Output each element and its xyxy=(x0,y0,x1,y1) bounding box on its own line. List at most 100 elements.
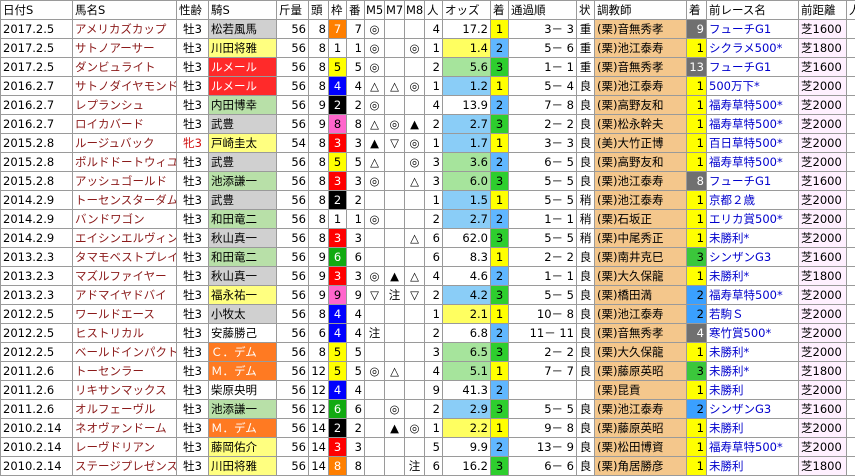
table-row[interactable]: 2017.2.5サトノアーサー牡3川田将雅56811◎◎11.425－ 6重(栗… xyxy=(1,39,855,58)
cell-weight: 56 xyxy=(277,305,309,324)
cell-uma: 3 xyxy=(347,438,365,457)
header-cond[interactable]: 状 xyxy=(577,1,595,20)
header-odds[interactable]: オッズ xyxy=(443,1,491,20)
cell-date: 2013.2.3 xyxy=(1,286,73,305)
cell-sex: 牡3 xyxy=(177,96,209,115)
cell-passing: 3－ 3 xyxy=(509,20,577,39)
cell-prev-dist: 芝2000 xyxy=(799,96,847,115)
cell-pop: 6 xyxy=(425,248,443,267)
cell-prev-race: シンザンG3 xyxy=(707,248,799,267)
table-row[interactable]: 2017.2.5ダンビュライト牡3ルメール56855◎25.631－ 1重(栗)… xyxy=(1,58,855,77)
cell-m8: ◎ xyxy=(405,39,425,58)
header-horse[interactable]: 馬名S xyxy=(73,1,177,20)
cell-place: 3 xyxy=(491,115,509,134)
cell-passing: 11－ 11 xyxy=(509,324,577,343)
header-prev-race[interactable]: 前レース名 xyxy=(707,1,799,20)
header-prev-place[interactable]: 着 xyxy=(687,1,707,20)
cell-date: 2014.2.9 xyxy=(1,210,73,229)
header-date[interactable]: 日付S xyxy=(1,1,73,20)
table-row[interactable]: 2013.2.3タマモベストプレイ牡3和田竜二5696668.312－ 2良(栗… xyxy=(1,248,855,267)
table-row[interactable]: 2014.2.9トーセンスターダム牡3武豊5682211.515－ 5稍(栗)池… xyxy=(1,191,855,210)
header-jockey[interactable]: 騎S xyxy=(209,1,277,20)
cell-prev-place: 1 xyxy=(687,77,707,96)
cell-m8: ▽ xyxy=(405,286,425,305)
header-pop[interactable]: 人 xyxy=(425,1,443,20)
cell-uma: 1 xyxy=(347,210,365,229)
table-row[interactable]: 2012.2.5ヒストリカル牡3安藤勝己56644注26.8211－ 11良(栗… xyxy=(1,324,855,343)
table-row[interactable]: 2010.2.14ネオヴァンドーム牡3Ｍ．デム561422▲◎12.219－ 8… xyxy=(1,419,855,438)
cell-place: 2 xyxy=(491,381,509,400)
header-m8[interactable]: M8 xyxy=(405,1,425,20)
table-row[interactable]: 2010.2.14レーヴドリアン牡3藤岡佑介56143359.9213－ 9良(… xyxy=(1,438,855,457)
cell-prev-place: 3 xyxy=(687,362,707,381)
cell-horse: アドマイヤドバイ xyxy=(73,286,177,305)
table-row[interactable]: 2015.2.8アッシュゴールド牡3池添謙一56833◎△36.035－ 5良(… xyxy=(1,172,855,191)
cell-m5 xyxy=(365,305,385,324)
header-weight[interactable]: 斤量 xyxy=(277,1,309,20)
cell-m8 xyxy=(405,324,425,343)
cell-prev-place: 1 xyxy=(687,153,707,172)
header-trainer[interactable]: 調教師 xyxy=(595,1,687,20)
cell-cond: 良 xyxy=(577,134,595,153)
header-place[interactable]: 着 xyxy=(491,1,509,20)
cell-waku: 6 xyxy=(329,248,347,267)
cell-prev-race: 未勝利* xyxy=(707,267,799,286)
cell-m8 xyxy=(405,20,425,39)
cell-prev-dist: 芝1800 xyxy=(799,39,847,58)
cell-prev-dist: 芝2000 xyxy=(799,77,847,96)
cell-date: 2017.2.5 xyxy=(1,39,73,58)
cell-weight: 56 xyxy=(277,400,309,419)
cell-date: 2010.2.14 xyxy=(1,438,73,457)
cell-prev-pop: 5 xyxy=(847,438,855,457)
table-row[interactable]: 2011.2.6リキサンマックス牡3柴原央明561244941.32(栗)昆貢1… xyxy=(1,381,855,400)
table-row[interactable]: 2015.2.8ルージュバック牝3戸崎圭太54833▲▽◎11.713－ 3良(… xyxy=(1,134,855,153)
cell-prev-race: 未勝利 xyxy=(707,457,799,476)
table-row[interactable]: 2012.2.5ワールドエース牡3小牧太5684412.1110－ 8良(栗)池… xyxy=(1,305,855,324)
table-row[interactable]: 2016.2.7レプランシュ牡3内田博幸56922◎413.927－ 8良(栗)… xyxy=(1,96,855,115)
cell-prev-place: 1 xyxy=(687,267,707,286)
cell-m7 xyxy=(385,324,405,343)
cell-uma: 5 xyxy=(347,362,365,381)
header-sex[interactable]: 性齢 xyxy=(177,1,209,20)
table-row[interactable]: 2015.2.8ポルドドートウィユ牡3武豊56855△◎33.626－ 5良(栗… xyxy=(1,153,855,172)
cell-cond: 良 xyxy=(577,305,595,324)
header-heads[interactable]: 頭 xyxy=(309,1,329,20)
header-prev-pop[interactable]: 人 xyxy=(847,1,855,20)
table-row[interactable]: 2012.2.5ベールドインパクト牡3Ｃ．デム5685536.532－ 2良(栗… xyxy=(1,343,855,362)
table-row[interactable]: 2014.2.9バンドワゴン牡3和田竜二56811◎22.721－ 1稍(栗)石… xyxy=(1,210,855,229)
table-row[interactable]: 2011.2.6トーセンラー牡3Ｍ．デム561255◎△45.117－ 7良(栗… xyxy=(1,362,855,381)
cell-prev-race: 百日草特500* xyxy=(707,134,799,153)
header-waku[interactable]: 枠 xyxy=(329,1,347,20)
table-row[interactable]: 2017.2.5アメリカズカップ牡3松若風馬56877◎417.213－ 3重(… xyxy=(1,20,855,39)
table-row[interactable]: 2013.2.3アドマイヤドバイ牡3福永祐一56999▽注▽24.235－ 5良… xyxy=(1,286,855,305)
cell-place: 1 xyxy=(491,191,509,210)
header-m5[interactable]: M5 xyxy=(365,1,385,20)
cell-m5: ◎ xyxy=(365,267,385,286)
table-row[interactable]: 2013.2.3マズルファイヤー牡3秋山真一56933◎▲△44.621－ 1良… xyxy=(1,267,855,286)
cell-m8 xyxy=(405,248,425,267)
header-m7[interactable]: M7 xyxy=(385,1,405,20)
table-row[interactable]: 2016.2.7サトノダイヤモンド牡3ルメール56844△△◎11.215－ 4… xyxy=(1,77,855,96)
header-passing[interactable]: 通過順 xyxy=(509,1,577,20)
cell-jockey: 柴原央明 xyxy=(209,381,277,400)
table-row[interactable]: 2014.2.9エイシンエルヴィン牡3秋山真一56833△662.035－ 5稍… xyxy=(1,229,855,248)
header-prev-dist[interactable]: 前距離 xyxy=(799,1,847,20)
cell-sex: 牡3 xyxy=(177,20,209,39)
cell-prev-race: 未勝利 xyxy=(707,419,799,438)
cell-prev-dist: 芝1600 xyxy=(799,20,847,39)
cell-horse: ワールドエース xyxy=(73,305,177,324)
table-row[interactable]: 2011.2.6オルフェーヴル牡3池添謙一561266◎22.935－ 5良(栗… xyxy=(1,400,855,419)
cell-uma: 6 xyxy=(347,400,365,419)
cell-m5 xyxy=(365,419,385,438)
cell-prev-dist: 芝2000 xyxy=(799,134,847,153)
cell-horse: トーセンラー xyxy=(73,362,177,381)
cell-odds: 8.3 xyxy=(443,248,491,267)
cell-prev-pop: 4 xyxy=(847,362,855,381)
cell-waku: 4 xyxy=(329,305,347,324)
table-row[interactable]: 2016.2.7ロイカバード牡3武豊56988△◎▲22.732－ 2良(栗)松… xyxy=(1,115,855,134)
cell-passing: 7－ 7 xyxy=(509,362,577,381)
header-uma[interactable]: 番 xyxy=(347,1,365,20)
cell-place: 1 xyxy=(491,362,509,381)
cell-jockey: 松若風馬 xyxy=(209,20,277,39)
table-row[interactable]: 2010.2.14ステージプレゼンス牡3川田将雅561488注616.236－ … xyxy=(1,457,855,476)
